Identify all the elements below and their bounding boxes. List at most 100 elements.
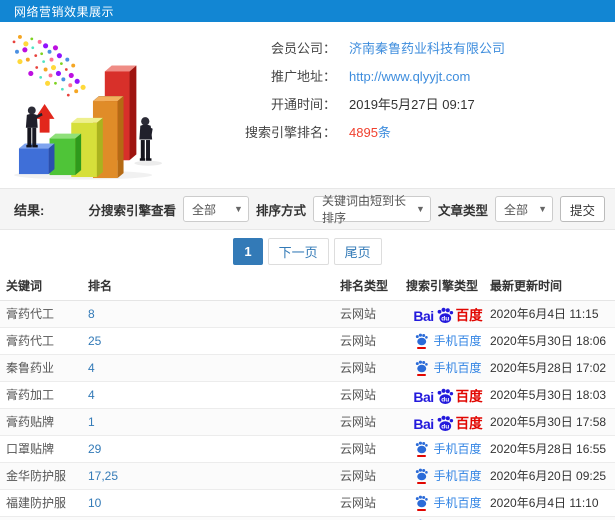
table-row: 膏药代工 25 云网站 手机百度 2020年5月30日 18:06: [0, 326, 615, 354]
mobile-baidu-redline: [417, 454, 427, 457]
updated-cell: 2020年5月30日 17:58: [490, 407, 615, 435]
mobile-baidu-paw-icon: [416, 360, 429, 372]
col-engine-type: 搜索引擎类型: [406, 272, 490, 301]
baidu-paw-icon: du: [437, 388, 453, 404]
marketing-report-page: 网络营销效果展示 会员公司： 济南秦鲁药业科技有限公司 推广地址： http:/…: [0, 0, 615, 520]
title-bar: 网络营销效果展示: [0, 0, 615, 22]
col-updated: 最新更新时间: [490, 272, 615, 301]
svg-text:du: du: [441, 423, 449, 430]
page-title: 网络营销效果展示: [14, 4, 115, 19]
mobile-baidu-redline: [417, 346, 427, 349]
mobile-baidu-logo: 手机百度: [414, 359, 482, 376]
rank-cell[interactable]: 4: [88, 353, 340, 381]
confetti-dots: [12, 34, 86, 97]
table-row: 膏药代工 8 云网站 Bai du 百度 2020年6月4日 11:15: [0, 300, 615, 327]
updated-cell: 2020年5月30日 18:03: [490, 380, 615, 408]
pagination: 1 下一页 尾页: [0, 238, 615, 265]
col-rank: 排名: [88, 272, 340, 301]
engine-type-cell: 手机百度: [406, 434, 490, 462]
engine-type-cell: 手机百度: [406, 353, 490, 381]
sort-label: 排序方式: [255, 203, 306, 218]
businessman-figure-right: [139, 117, 153, 161]
promo-url-link[interactable]: http://www.qlyyjt.com: [349, 68, 470, 85]
rank-type-cell: 云网站: [340, 353, 406, 381]
filter-controls: 分搜索引擎查看 全部 ▼ 排序方式 关键词由短到长排序 ▼ 文章类型 全部 ▼ …: [88, 194, 605, 225]
opened-time-value: 2019年5月27日 09:17: [349, 97, 475, 112]
baidu-logo: Bai du 百度: [413, 415, 483, 432]
keyword-cell: 膏药代工: [6, 307, 55, 321]
table-row: 福建防护服 10 云网站 手机百度 2020年6月4日 11:10: [0, 488, 615, 516]
keyword-cell: 口罩贴牌: [0, 434, 88, 462]
baidu-logo: Bai du 百度: [413, 388, 483, 405]
engine-rank-value: 4895条: [349, 125, 391, 140]
engine-filter-select[interactable]: 全部 ▼: [182, 196, 249, 222]
company-info: 会员公司： 济南秦鲁药业科技有限公司 推广地址： http://www.qlyy…: [176, 32, 505, 180]
filter-bar: 结果: 分搜索引擎查看 全部 ▼ 排序方式 关键词由短到长排序 ▼ 文章类型 全…: [0, 188, 615, 230]
rank-cell[interactable]: 4: [88, 380, 340, 408]
rank-cell[interactable]: 10: [88, 488, 340, 516]
chevron-down-icon: ▼: [538, 204, 547, 214]
promo-url-field: 推广地址： http://www.qlyyjt.com: [176, 68, 505, 85]
rank-cell[interactable]: 1: [88, 407, 340, 435]
article-type-select[interactable]: 全部 ▼: [494, 196, 553, 222]
mobile-baidu-logo: 手机百度: [414, 494, 482, 511]
col-rank-type: 排名类型: [340, 272, 406, 301]
updated-cell: [490, 515, 615, 520]
company-label: 会员公司：: [270, 41, 336, 56]
rank-cell[interactable]: 17,25: [88, 461, 340, 489]
table-row: 膏药加工 4 云网站 Bai du 百度 2020年5月30日 18:03: [0, 380, 615, 408]
table-header-row: 关键词 排名 排名类型 搜索引擎类型 最新更新时间: [0, 272, 615, 301]
submit-button[interactable]: 提交: [559, 196, 605, 222]
keyword-cell: 金华防护服: [0, 461, 88, 489]
updated-cell: 2020年5月28日 16:55: [490, 434, 615, 462]
keyword-cell: 秦鲁药业: [0, 353, 88, 381]
rank-type-cell: 云网站: [340, 461, 406, 489]
company-field: 会员公司： 济南秦鲁药业科技有限公司: [176, 40, 505, 57]
page-1-button[interactable]: 1: [233, 238, 263, 265]
mobile-baidu-redline: [417, 508, 427, 511]
sort-select[interactable]: 关键词由短到长排序 ▼: [312, 194, 431, 225]
keyword-cell: [0, 515, 88, 520]
mobile-baidu-logo: 手机百度: [414, 467, 482, 484]
article-type-label: 文章类型: [437, 203, 488, 218]
next-page-button[interactable]: 下一页: [267, 238, 329, 265]
last-page-button[interactable]: 尾页: [333, 238, 382, 265]
chevron-down-icon: ▼: [416, 204, 425, 214]
mobile-baidu-paw-icon: [416, 333, 429, 345]
engine-type-cell: 手机百度: [406, 488, 490, 516]
company-link[interactable]: 济南秦鲁药业科技有限公司: [349, 40, 505, 57]
col-keyword: 关键词: [0, 272, 88, 301]
rank-cell[interactable]: 25: [88, 326, 340, 354]
updated-cell: 2020年5月28日 17:02: [490, 353, 615, 381]
engine-type-cell: 手机百度: [406, 515, 490, 520]
rank-type-cell: 云网站: [340, 407, 406, 435]
bar-chart-clipart: [12, 34, 163, 180]
engine-filter-label: 分搜索引擎查看: [88, 203, 176, 218]
mobile-baidu-paw-icon: [416, 468, 429, 480]
rank-type-cell: 云网站: [340, 380, 406, 408]
keyword-cell: 福建防护服: [0, 488, 88, 516]
rank-type-cell: 云网站: [340, 488, 406, 516]
table-row: 金华防护服 17,25 云网站 手机百度 2020年6月20日 09:25: [0, 461, 615, 489]
opened-time-label: 开通时间：: [270, 97, 336, 112]
rank-cell[interactable]: 8: [88, 300, 340, 327]
svg-text:du: du: [441, 315, 449, 322]
mobile-baidu-redline: [417, 373, 427, 376]
rank-cell[interactable]: 29: [88, 434, 340, 462]
keyword-rank-table: 关键词 排名 排名类型 搜索引擎类型 最新更新时间 膏药代工 8 云网站 Bai…: [0, 272, 615, 520]
updated-cell: 2020年5月30日 18:06: [490, 326, 615, 354]
engine-type-cell: Bai du 百度: [406, 380, 490, 408]
article-type-value: 全部: [503, 202, 528, 217]
baidu-logo: Bai du 百度: [413, 307, 483, 324]
growth-arrow-icon: [34, 104, 55, 133]
baidu-paw-icon: du: [437, 307, 453, 323]
chevron-down-icon: ▼: [234, 204, 243, 214]
table-row: 口罩贴牌 29 云网站 手机百度 2020年5月28日 16:55: [0, 434, 615, 462]
engine-type-cell: Bai du 百度: [406, 407, 490, 435]
keyword-cell: 膏药加工: [0, 380, 88, 408]
opened-time-field: 开通时间： 2019年5月27日 09:17: [176, 96, 505, 113]
baidu-paw-icon: du: [437, 415, 453, 431]
keyword-cell: 膏药代工: [0, 326, 88, 354]
mobile-baidu-logo: 手机百度: [414, 440, 482, 457]
rank-cell[interactable]: [88, 515, 340, 520]
